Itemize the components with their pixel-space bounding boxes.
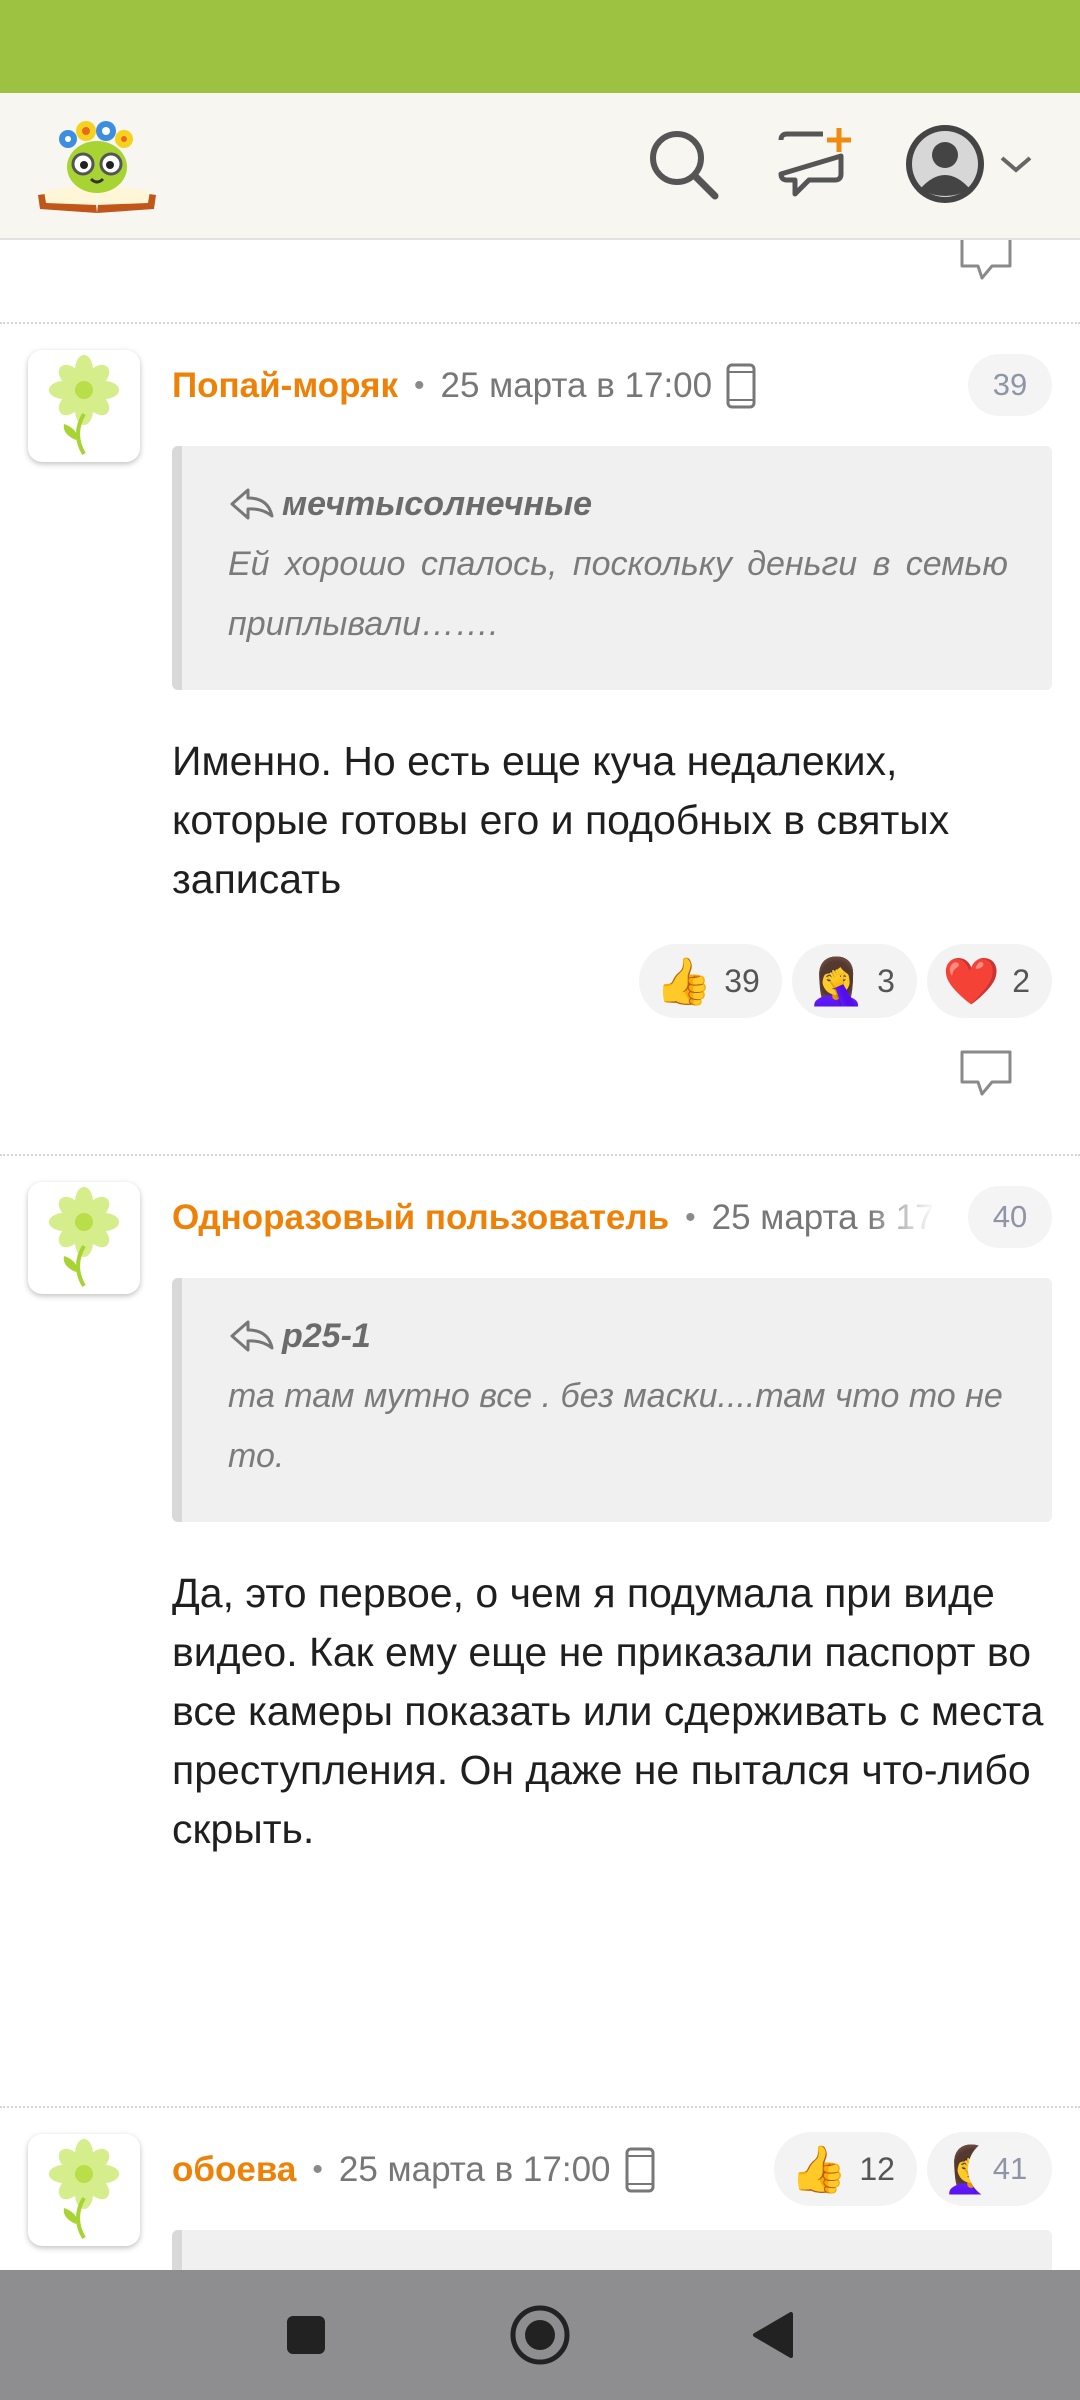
quote-block xyxy=(172,2230,1052,2270)
quote-author: р25-1 xyxy=(228,1314,1008,1358)
quote-block: мечтысолнечные Ей хорошо спалось, поскол… xyxy=(172,446,1052,690)
quote-author: мечтысолнечные xyxy=(228,482,1008,526)
comment-divider xyxy=(0,2106,1080,2108)
back-button[interactable] xyxy=(737,2300,807,2370)
logo-icon xyxy=(38,121,156,213)
flower-avatar-icon xyxy=(49,1187,119,1288)
home-button[interactable] xyxy=(505,2300,575,2370)
reaction-heart[interactable]: ❤️ 2 xyxy=(926,944,1052,1018)
reaction-facepalm[interactable]: 🤦‍♀️ 3 xyxy=(791,944,917,1018)
phone-icon xyxy=(726,363,756,409)
home-circle-icon xyxy=(510,2305,570,2365)
flower-avatar-icon xyxy=(49,355,119,456)
comment-text: Да, это первое, о чем я подумала при вид… xyxy=(172,1570,1044,1852)
site-logo[interactable] xyxy=(34,109,160,219)
reply-icon[interactable] xyxy=(956,1048,1016,1100)
phone-icon xyxy=(625,2147,655,2193)
profile-avatar-icon xyxy=(906,125,984,203)
back-triangle-icon xyxy=(753,2312,793,2358)
author-name[interactable]: Попай-моряк xyxy=(172,366,398,406)
comment-meta: обоева • 25 марта в 17:00 xyxy=(172,2142,655,2198)
avatar[interactable] xyxy=(28,1182,140,1294)
heart-icon: ❤️ xyxy=(942,954,1001,1008)
comment-date[interactable]: 25 марта в 17 xyxy=(712,1198,932,1238)
meta-separator: • xyxy=(685,1201,696,1234)
quote-text: Ей хорошо спалось, поскольку деньги в се… xyxy=(228,545,1008,643)
comment-date[interactable]: 25 марта в 17:00 xyxy=(441,366,713,406)
avatar[interactable] xyxy=(28,2134,140,2246)
avatar[interactable] xyxy=(28,350,140,462)
thumbs-up-icon: 👍 xyxy=(790,2142,848,2196)
new-post-button[interactable] xyxy=(772,121,858,207)
status-bar xyxy=(0,0,1080,93)
comment-date[interactable]: 25 марта в 17:00 xyxy=(339,2150,611,2190)
reaction-thumbs-up[interactable]: 👍 12 xyxy=(774,2132,917,2206)
facepalm-icon: 🤦‍♀️ xyxy=(807,954,866,1008)
comment-divider xyxy=(0,322,1080,324)
comment-meta: Одноразовый пользователь • 25 марта в 17 xyxy=(172,1190,932,1246)
reply-icon[interactable] xyxy=(956,240,1016,284)
meta-separator: • xyxy=(413,369,425,402)
comment-divider xyxy=(0,1154,1080,1156)
recents-button[interactable] xyxy=(271,2300,341,2370)
quote-block: р25-1 та там мутно все . без маски....та… xyxy=(172,1278,1052,1522)
app-header xyxy=(0,93,1080,240)
reaction-count: 3 xyxy=(877,962,895,999)
comments-feed[interactable]: Попай-моряк • 25 марта в 17:00 39 мечтыс… xyxy=(0,240,1080,2270)
author-name[interactable]: Одноразовый пользователь xyxy=(172,1198,669,1238)
quote-author-name: мечтысолнечные xyxy=(282,484,593,523)
profile-menu-button[interactable] xyxy=(900,121,1040,207)
reaction-count: 2 xyxy=(1012,962,1030,999)
reaction-thumbs-up[interactable]: 👍 39 xyxy=(638,944,782,1018)
meta-separator: • xyxy=(312,2153,323,2186)
search-button[interactable] xyxy=(640,121,726,207)
reply-arrow-icon xyxy=(230,488,274,520)
reaction-count: 12 xyxy=(859,2150,895,2187)
thumbs-up-icon: 👍 xyxy=(654,954,713,1008)
quote-text: та там мутно все . без маски....там что … xyxy=(228,1377,1003,1475)
recents-square-icon xyxy=(287,2316,325,2354)
search-icon xyxy=(650,131,719,200)
comment-number[interactable]: 41 xyxy=(968,2138,1052,2200)
comment-meta: Попай-моряк • 25 марта в 17:00 xyxy=(172,358,756,414)
comment-number[interactable]: 39 xyxy=(968,354,1052,416)
reaction-count: 39 xyxy=(724,962,760,999)
reactions-bar: 👍 39 🤦‍♀️ 3 ❤️ 2 xyxy=(638,944,1052,1018)
flower-avatar-icon xyxy=(49,2139,119,2240)
quote-author-name: р25-1 xyxy=(282,1316,371,1355)
system-nav-bar xyxy=(0,2270,1080,2400)
comment-text: Именно. Но есть еще куча недалеких, кото… xyxy=(172,738,950,902)
reply-arrow-icon xyxy=(230,1320,274,1352)
new-post-icon xyxy=(778,128,851,197)
chevron-down-icon xyxy=(1000,156,1032,173)
comment-number[interactable]: 40 xyxy=(968,1186,1052,1248)
author-name[interactable]: обоева xyxy=(172,2150,296,2190)
